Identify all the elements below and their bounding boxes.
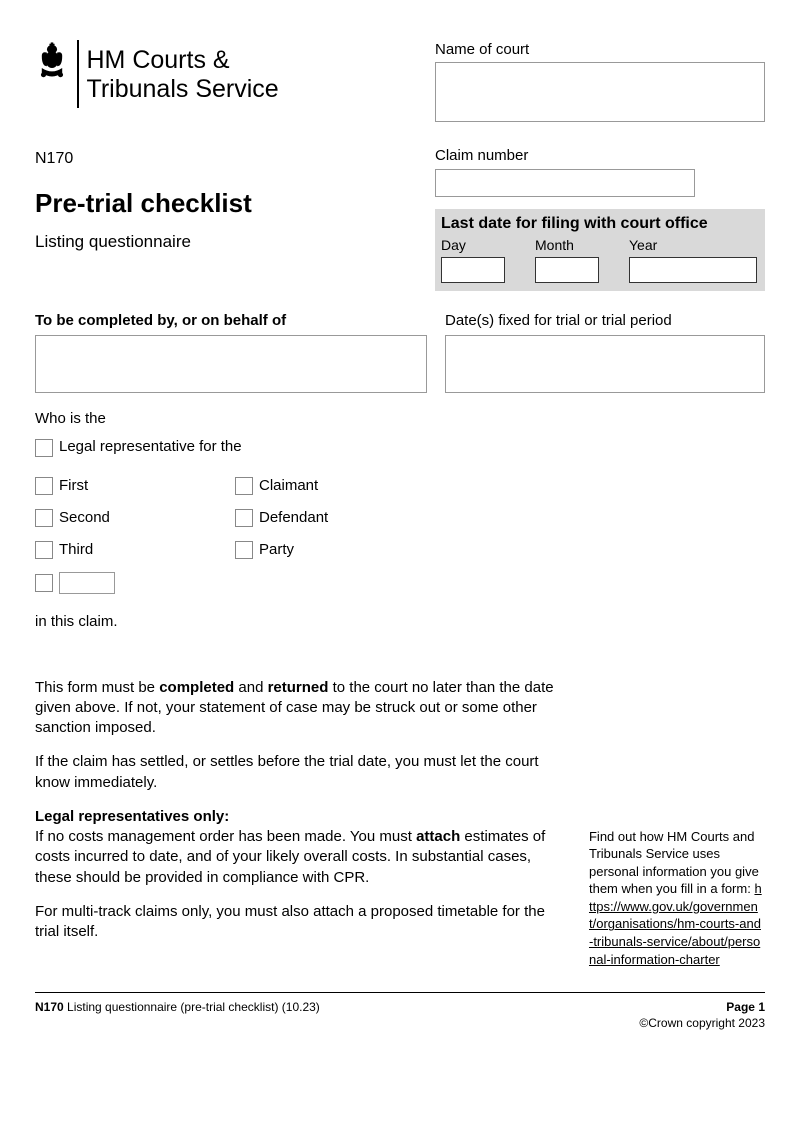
who-section: Who is the Legal representative for the …	[35, 409, 765, 633]
page-number: Page 1	[639, 999, 765, 1015]
first-label: First	[59, 476, 88, 496]
completed-by-label: To be completed by, or on behalf of	[35, 311, 427, 331]
privacy-text: Find out how HM Courts and Tribunals Ser…	[589, 829, 759, 897]
name-of-court-label: Name of court	[435, 40, 765, 60]
instruction-para-2: If the claim has settled, or settles bef…	[35, 752, 569, 793]
month-label: Month	[535, 236, 599, 255]
name-of-court-input[interactable]	[435, 62, 765, 122]
trial-dates-group: Date(s) fixed for trial or trial period	[445, 311, 765, 393]
other-input[interactable]	[59, 572, 115, 594]
instruction-para-4: For multi-track claims only, you must al…	[35, 902, 569, 943]
copyright: ©Crown copyright 2023	[639, 1015, 765, 1031]
claimant-checkbox[interactable]	[235, 477, 253, 495]
legal-rep-checkbox[interactable]	[35, 439, 53, 457]
form-title: Pre-trial checklist	[35, 186, 395, 221]
service-name: HM Courts & Tribunals Service	[87, 40, 279, 104]
footer-right: Page 1 ©Crown copyright 2023	[639, 999, 765, 1031]
footer-left: N170 Listing questionnaire (pre-trial ch…	[35, 999, 320, 1031]
party-label: Party	[259, 540, 294, 560]
form-code: N170	[35, 148, 395, 170]
claim-number-input[interactable]	[435, 169, 695, 197]
completed-by-group: To be completed by, or on behalf of	[35, 311, 427, 393]
privacy-notice: Find out how HM Courts and Tribunals Ser…	[589, 678, 765, 968]
year-label: Year	[629, 236, 757, 255]
claimant-label: Claimant	[259, 476, 318, 496]
claim-number-label: Claim number	[435, 146, 765, 166]
third-checkbox[interactable]	[35, 541, 53, 559]
instruction-para-3: Legal representatives only: If no costs …	[35, 807, 569, 888]
filing-deadline-title: Last date for filing with court office	[441, 213, 759, 235]
second-label: Second	[59, 508, 110, 528]
first-checkbox[interactable]	[35, 477, 53, 495]
logo-block: HM Courts & Tribunals Service	[35, 40, 395, 108]
second-checkbox[interactable]	[35, 509, 53, 527]
legal-rep-label: Legal representative for the	[59, 437, 242, 457]
party-checkbox[interactable]	[235, 541, 253, 559]
page-footer: N170 Listing questionnaire (pre-trial ch…	[35, 992, 765, 1031]
royal-crest-icon	[35, 40, 69, 84]
header-left: HM Courts & Tribunals Service N170 Pre-t…	[35, 40, 395, 291]
month-input[interactable]	[535, 257, 599, 283]
trial-dates-label: Date(s) fixed for trial or trial period	[445, 311, 765, 331]
form-subtitle: Listing questionnaire	[35, 231, 395, 254]
completed-by-input[interactable]	[35, 335, 427, 393]
service-name-line1: HM Courts &	[87, 46, 230, 74]
header-right-fields: Name of court Claim number Last date for…	[435, 40, 765, 291]
filing-deadline-box: Last date for filing with court office D…	[435, 209, 765, 291]
who-intro: Who is the	[35, 409, 765, 429]
year-input[interactable]	[629, 257, 757, 283]
day-label: Day	[441, 236, 505, 255]
defendant-checkbox[interactable]	[235, 509, 253, 527]
trial-dates-input[interactable]	[445, 335, 765, 393]
day-input[interactable]	[441, 257, 505, 283]
logo-divider	[77, 40, 79, 108]
third-label: Third	[59, 540, 93, 560]
defendant-label: Defendant	[259, 508, 328, 528]
service-name-line2: Tribunals Service	[87, 75, 279, 103]
other-checkbox[interactable]	[35, 574, 53, 592]
in-this-claim: in this claim.	[35, 612, 765, 632]
instructions-body: This form must be completed and returned…	[35, 678, 569, 968]
instruction-para-1: This form must be completed and returned…	[35, 678, 569, 739]
